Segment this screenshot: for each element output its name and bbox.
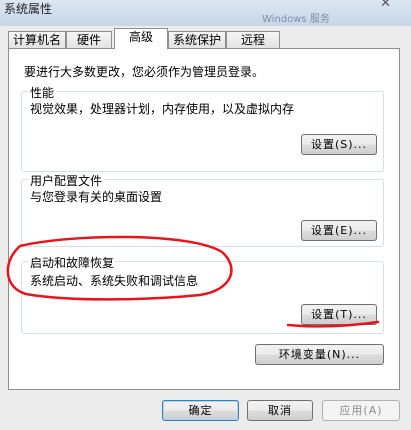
title-bar: 系统属性 Windows 服务 ✕ — [0, 0, 411, 26]
tab-hardware[interactable]: 硬件 — [66, 31, 112, 48]
apply-button[interactable]: 应用(A) — [322, 400, 400, 421]
tab-system-protection[interactable]: 系统保护 — [168, 31, 226, 48]
tab-computer-name[interactable]: 计算机名 — [8, 31, 66, 48]
user-profiles-description: 与您登录有关的桌面设置 — [30, 190, 163, 204]
startup-recovery-group-title: 启动和故障恢复 — [28, 254, 117, 271]
user-profiles-settings-button[interactable]: 设置(E)... — [301, 220, 377, 241]
admin-notice: 要进行大多数更改，您必须作为管理员登录。 — [24, 65, 265, 79]
startup-recovery-description: 系统启动、系统失败和调试信息 — [30, 274, 199, 288]
ok-button[interactable]: 确定 — [162, 400, 239, 421]
tab-strip: 计算机名 硬件 高级 系统保护 远程 — [8, 28, 408, 49]
tab-advanced[interactable]: 高级 — [114, 28, 168, 49]
user-profiles-group-title: 用户配置文件 — [28, 172, 105, 189]
background-window-title: Windows 服务 — [262, 14, 330, 25]
cancel-button[interactable]: 取消 — [247, 400, 313, 421]
environment-variables-button[interactable]: 环境变量(N)... — [255, 344, 384, 365]
startup-recovery-settings-button[interactable]: 设置(T)... — [301, 304, 377, 325]
performance-group-title: 性能 — [28, 84, 57, 101]
advanced-tab-panel: 要进行大多数更改，您必须作为管理员登录。 性能 视觉效果，处理器计划，内存使用，… — [8, 48, 400, 390]
window-title: 系统属性 — [4, 2, 53, 16]
startup-recovery-group: 启动和故障恢复 系统启动、系统失败和调试信息 设置(T)... — [21, 254, 384, 334]
performance-group: 性能 视觉效果，处理器计划，内存使用，以及虚拟内存 设置(S)... — [21, 84, 384, 172]
performance-settings-button[interactable]: 设置(S)... — [301, 134, 377, 155]
tab-remote[interactable]: 远程 — [226, 31, 280, 48]
user-profiles-group: 用户配置文件 与您登录有关的桌面设置 设置(E)... — [21, 172, 384, 247]
performance-description: 视觉效果，处理器计划，内存使用，以及虚拟内存 — [30, 102, 295, 116]
close-icon[interactable]: ✕ — [380, 0, 391, 11]
